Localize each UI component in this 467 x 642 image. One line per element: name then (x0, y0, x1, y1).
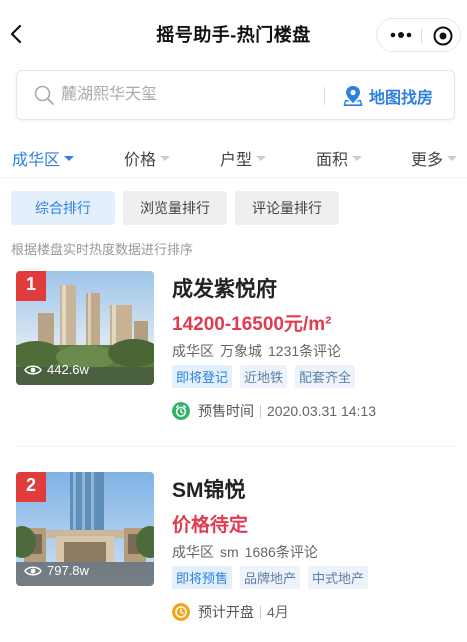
close-target-icon[interactable] (432, 25, 454, 47)
listing-name[interactable]: 成发紫悦府 (172, 273, 277, 303)
sort-hint: 根据楼盘实时热度数据进行排序 (11, 242, 194, 257)
list-divider (16, 446, 456, 447)
filter-price[interactable]: 价格 (124, 146, 171, 170)
filter-more[interactable]: 更多 (411, 146, 458, 170)
sale-label: 预售时间 (198, 403, 254, 419)
filter-more-label: 更多 (411, 152, 444, 169)
tag: 配套齐全 (295, 365, 356, 388)
filter-bar: 成华区 价格 户型 面积 更多 (0, 138, 467, 178)
listing-price: 价格待定 (172, 515, 249, 536)
sale-value: 4月 (267, 604, 289, 620)
filter-price-label: 价格 (124, 152, 157, 169)
listing-area: sm (220, 544, 239, 560)
listing-district: 成华区 (172, 343, 214, 359)
filter-district-label: 成华区 (12, 152, 61, 169)
views-value: 442.6w (47, 362, 89, 377)
tab-comments-rank[interactable]: 评论量排行 (235, 191, 339, 225)
map-search-button[interactable]: 地图找房 (343, 83, 433, 109)
eye-icon (24, 566, 42, 575)
listing-tags: 即将预售 品牌地产 中式地产 (172, 566, 376, 589)
map-pin-icon (343, 86, 363, 106)
listing-comments: 1231条评论 (268, 343, 342, 359)
search-input[interactable] (61, 82, 321, 108)
tag: 品牌地产 (240, 566, 301, 589)
sale-divider (260, 605, 261, 619)
sale-info: 预售时间 2020.03.31 14:13 (172, 401, 376, 421)
listing-photo[interactable]: 1 442.6w (16, 271, 154, 385)
filter-district[interactable]: 成华区 (12, 146, 75, 170)
eye-icon (24, 365, 42, 374)
more-dots-icon[interactable] (389, 27, 413, 43)
listing-name[interactable]: SM锦悦 (172, 474, 246, 504)
tab-views-rank[interactable]: 浏览量排行 (123, 191, 227, 225)
views-value: 797.8w (47, 563, 89, 578)
search-bar: 地图找房 (16, 70, 455, 120)
listing-tags: 即将登记 近地铁 配套齐全 (172, 365, 363, 388)
listing-item[interactable]: 1 442.6w 成发紫悦府 14200-16500元/m² 成华区 万象城 123… (16, 271, 456, 431)
listing-item[interactable]: 2 797.8w SM锦悦 价格待定 成华区 sm 1686条评论 即将预售 品牌地… (16, 472, 456, 632)
sale-value: 2020.03.31 14:13 (267, 403, 376, 419)
alarm-clock-icon (172, 402, 190, 420)
listing-district: 成华区 (172, 544, 214, 560)
sale-divider (260, 404, 261, 418)
tag: 即将登记 (172, 365, 233, 388)
map-search-label: 地图找房 (369, 90, 434, 107)
search-icon (34, 85, 54, 105)
miniprogram-capsule (376, 18, 461, 52)
capsule-divider (421, 28, 422, 43)
clock-icon (172, 603, 190, 621)
listing-meta: 成华区 万象城 1231条评论 (172, 341, 347, 361)
tag: 中式地产 (308, 566, 369, 589)
listing-price: 14200-16500元/m² (172, 314, 332, 335)
filter-area-label: 面积 (316, 152, 349, 169)
sale-info: 预计开盘 4月 (172, 602, 289, 622)
tab-overall-rank[interactable]: 综合排行 (11, 191, 115, 225)
listing-area: 万象城 (220, 343, 262, 359)
rank-badge: 2 (16, 472, 46, 502)
chevron-down-icon (352, 156, 363, 161)
listing-meta: 成华区 sm 1686条评论 (172, 542, 324, 562)
tag: 近地铁 (240, 365, 288, 388)
rank-badge: 1 (16, 271, 46, 301)
listing-photo[interactable]: 2 797.8w (16, 472, 154, 586)
search-divider (324, 87, 325, 105)
nav-header: 摇号助手-热门楼盘 (0, 0, 467, 68)
filter-layout[interactable]: 户型 (220, 146, 267, 170)
sale-label: 预计开盘 (198, 604, 254, 620)
listing-comments: 1686条评论 (244, 544, 318, 560)
tag: 即将预售 (172, 566, 233, 589)
filter-area[interactable]: 面积 (316, 146, 363, 170)
views-count: 442.6w (24, 362, 89, 377)
chevron-down-icon (447, 156, 458, 161)
chevron-down-icon (160, 156, 171, 161)
chevron-down-icon (256, 156, 267, 161)
filter-layout-label: 户型 (220, 152, 253, 169)
views-count: 797.8w (24, 563, 89, 578)
chevron-down-icon (64, 156, 75, 161)
